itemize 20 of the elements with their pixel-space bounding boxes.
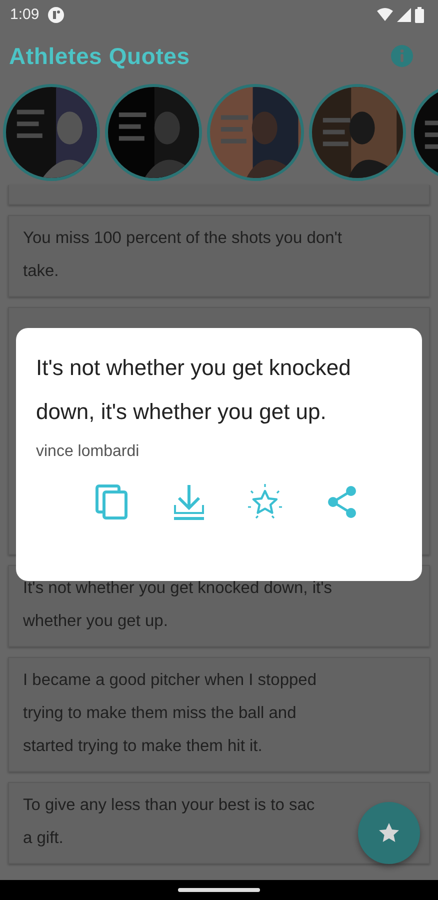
share-icon [326,485,358,519]
dialog-author: vince lombardi [36,442,140,462]
clock-time: 1:09 [10,4,40,25]
quote-text: To give any less than your best is to sac a gift. [23,795,315,849]
quote-text: It's not whether you get knocked down, it's whether you get up. [23,578,332,632]
app-title: Athletes Quotes [9,42,190,71]
quote-card[interactable]: I became a good pitcher when I stopped trying to make them miss the ball and started trying to make them hit it. [8,657,430,772]
wifi-icon [377,8,393,22]
quote-card[interactable]: To give any less than your best is to sac a gift. [8,782,430,864]
home-handle[interactable] [178,888,260,892]
battery-icon [415,7,424,23]
download-icon [172,483,206,521]
quote-card[interactable]: You miss 100 percent of the shots you don't take. [8,215,430,297]
dialog-quote: It's not whether you get knocked down, it's whether you get up. [36,354,352,426]
notification-icon [47,6,66,24]
copy-icon [95,484,129,520]
quote-text: I became a good pitcher when I stopped trying to make them miss the ball and started trying to make them hit it. [23,670,317,757]
signal-icon [397,8,411,22]
star-icon [246,483,284,521]
quote-text: You miss 100 percent of the shots you don't take. [23,228,342,282]
